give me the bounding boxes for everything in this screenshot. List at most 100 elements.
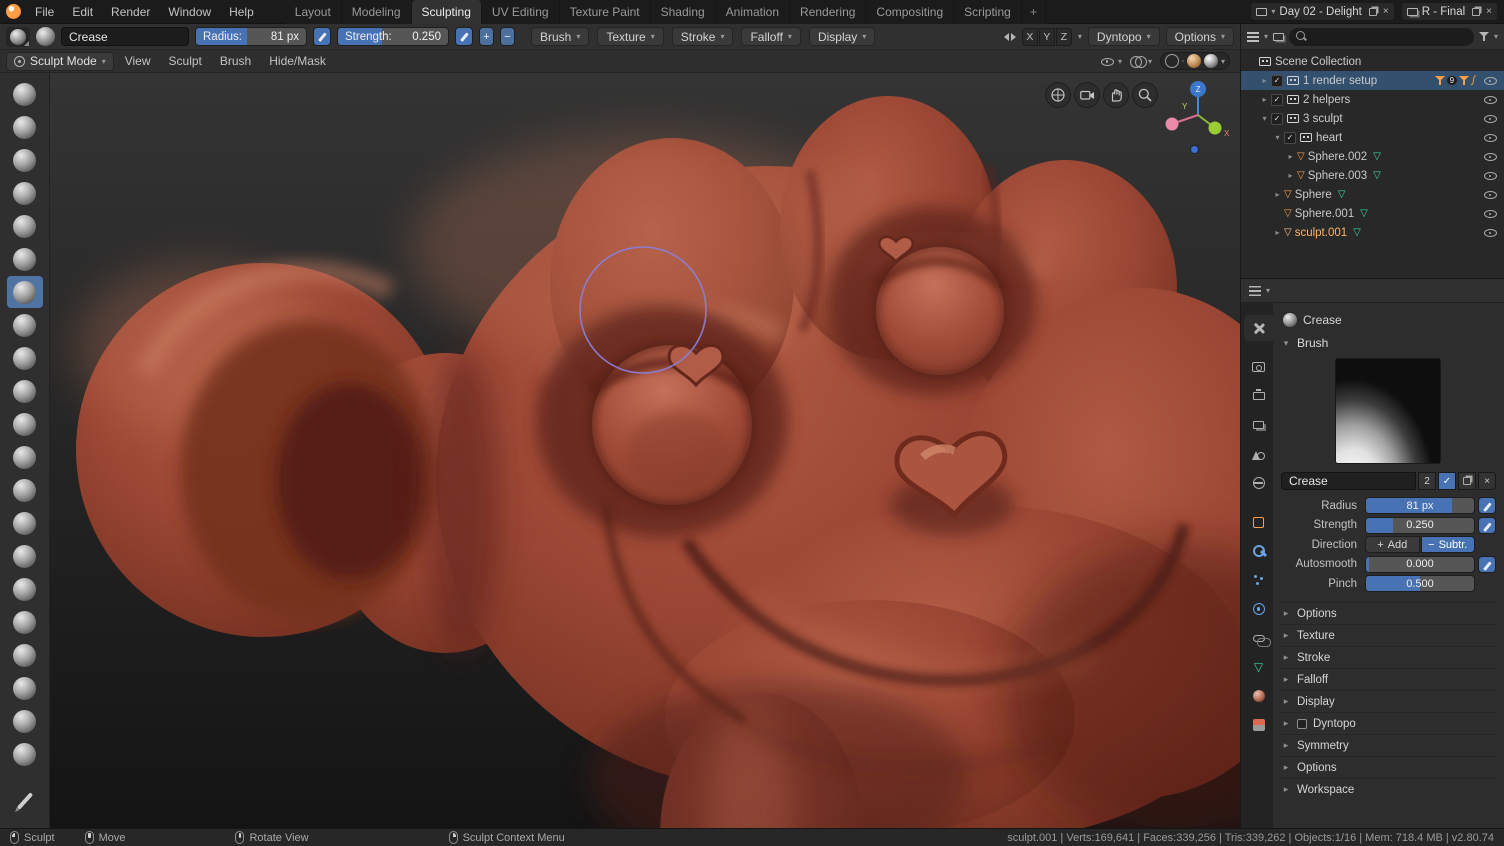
collapse-arrow-icon[interactable]: ▾ (1258, 114, 1271, 123)
pan-view-button[interactable] (1103, 82, 1129, 108)
collection-checkbox[interactable]: ✓ (1284, 131, 1296, 144)
tool-mask[interactable] (7, 738, 43, 770)
collection-checkbox[interactable]: ✓ (1271, 112, 1283, 125)
outliner-row-scene-collection[interactable]: Scene Collection (1241, 52, 1504, 71)
properties-tab-view-layer[interactable] (1244, 412, 1273, 438)
tool-nudge[interactable] (7, 639, 43, 671)
workspace-tab-texture-paint[interactable]: Texture Paint (559, 0, 651, 24)
outliner-row-sphere-003[interactable]: ▸ ▽ Sphere.003 ▽ (1241, 166, 1504, 185)
outliner-row-2-helpers[interactable]: ▸ ✓ 2 helpers (1241, 90, 1504, 109)
outliner-row-sphere-002[interactable]: ▸ ▽ Sphere.002 ▽ (1241, 147, 1504, 166)
tool-elastic-deform[interactable] (7, 507, 43, 539)
tool-clay-strips[interactable] (7, 144, 43, 176)
brush-name-field[interactable]: Crease (61, 27, 189, 46)
tool-pinch[interactable] (7, 441, 43, 473)
panel-options-0[interactable]: ▸ Options (1279, 602, 1496, 624)
add-workspace-button[interactable]: + (1021, 0, 1046, 24)
workspace-tab-shading[interactable]: Shading (650, 0, 716, 24)
display-mode-icon[interactable] (1273, 32, 1285, 41)
tool-blob[interactable] (7, 243, 43, 275)
workspace-tab-sculpting[interactable]: Sculpting (411, 0, 482, 24)
direction-add-button[interactable]: + Add (1365, 536, 1420, 553)
hide-eye-toggle[interactable] (1483, 208, 1498, 220)
workspace-tab-compositing[interactable]: Compositing (866, 0, 955, 24)
panel-symmetry-6[interactable]: ▸ Symmetry (1279, 734, 1496, 756)
hide-eye-toggle[interactable] (1483, 132, 1498, 144)
slider-autosmooth[interactable]: 0.000 (1365, 555, 1475, 573)
outliner-row-3-sculpt[interactable]: ▾ ✓ 3 sculpt (1241, 109, 1504, 128)
duplicate-brush-button[interactable] (1458, 472, 1476, 490)
fake-user-button[interactable]: ✓ (1438, 472, 1456, 490)
workspace-tab-rendering[interactable]: Rendering (790, 0, 867, 24)
brush-name-field[interactable]: Crease (1281, 472, 1416, 490)
new-scene-button[interactable] (1368, 7, 1377, 16)
tool-slide-relax[interactable] (7, 705, 43, 737)
unified-toggle-button[interactable] (1478, 516, 1496, 534)
axis-y-ball[interactable] (1208, 121, 1222, 135)
outliner-row-sculpt-001[interactable]: ▸ ▽ sculpt.001 ▽ (1241, 223, 1504, 242)
menu-edit[interactable]: Edit (63, 0, 102, 24)
hide-eye-toggle[interactable] (1483, 189, 1498, 201)
chevron-down-icon[interactable]: ▾ (1266, 286, 1270, 295)
delete-view-layer-button[interactable]: × (1484, 6, 1492, 17)
expand-arrow-icon[interactable]: ▸ (1271, 190, 1284, 199)
rendered-shading-button[interactable] (1203, 54, 1218, 68)
outliner-search[interactable] (1289, 27, 1474, 46)
view-layer-selector[interactable]: R - Final × (1400, 2, 1498, 21)
material-shading-button[interactable] (1186, 54, 1201, 68)
hide-eye-toggle[interactable] (1483, 151, 1498, 163)
expand-arrow-icon[interactable]: ▸ (1258, 76, 1271, 85)
expand-arrow-icon[interactable]: ▸ (1284, 152, 1297, 161)
workspace-tab-modeling[interactable]: Modeling (341, 0, 412, 24)
mirror-y-toggle[interactable]: Y (1038, 27, 1055, 46)
viewport-3d[interactable]: Z Y X (50, 73, 1240, 828)
navigation-gizmo[interactable]: Z Y X (1156, 73, 1240, 157)
brush-panel-header[interactable]: ▾ Brush (1279, 332, 1496, 354)
overlays-toggle[interactable]: ▾ (1100, 55, 1122, 67)
expand-arrow-icon[interactable]: ▸ (1258, 95, 1271, 104)
properties-editor-icon[interactable] (1249, 285, 1261, 296)
blender-logo-icon[interactable] (0, 0, 26, 24)
options-dropdown[interactable]: Options ▾ (1165, 27, 1234, 46)
workspace-tab-uv-editing[interactable]: UV Editing (481, 0, 560, 24)
properties-tab-object[interactable] (1244, 509, 1273, 535)
tool-flatten[interactable] (7, 342, 43, 374)
direction-subtract-toggle[interactable]: − (500, 27, 515, 46)
properties-tab-scene[interactable] (1244, 441, 1273, 467)
hide-eye-toggle[interactable] (1483, 227, 1498, 239)
viewport-menu-sculpt[interactable]: Sculpt (160, 54, 211, 68)
unlink-brush-button[interactable]: × (1478, 472, 1496, 490)
toolheader-menu-texture[interactable]: Texture ▾ (597, 27, 664, 46)
outliner-row-1-render-setup[interactable]: ▸ ✓ 1 render setup 9 ʃ (1241, 71, 1504, 90)
wireframe-shading-button[interactable] (1164, 54, 1179, 68)
tool-inflate[interactable] (7, 210, 43, 242)
strength-slider[interactable]: Strength: 0.250 (337, 27, 449, 46)
brush-preview[interactable] (1334, 358, 1441, 464)
viewport-menu-brush[interactable]: Brush (211, 54, 260, 68)
outliner-row-sphere[interactable]: ▸ ▽ Sphere ▽ (1241, 185, 1504, 204)
mirror-x-toggle[interactable]: X (1021, 27, 1038, 46)
expand-arrow-icon[interactable]: ▸ (1271, 228, 1284, 237)
camera-view-button[interactable] (1074, 82, 1100, 108)
gizmos-toggle[interactable]: ▾ (1129, 55, 1152, 68)
unified-toggle-button[interactable] (1478, 497, 1496, 514)
properties-tab-constraints[interactable] (1244, 625, 1273, 651)
zoom-view-button[interactable] (1132, 82, 1158, 108)
dyntopo-checkbox[interactable] (1297, 718, 1307, 729)
tool-thumb[interactable] (7, 573, 43, 605)
workspace-tab-scripting[interactable]: Scripting (954, 0, 1022, 24)
radius-slider[interactable]: Radius: 81 px (195, 27, 307, 46)
toolheader-menu-brush[interactable]: Brush ▾ (531, 27, 590, 46)
collection-checkbox[interactable]: ✓ (1271, 93, 1283, 106)
viewport-menu-hide-mask[interactable]: Hide/Mask (260, 54, 335, 68)
menu-file[interactable]: File (26, 0, 63, 24)
users-count-button[interactable]: 2 (1418, 472, 1436, 490)
slider-strength[interactable]: 0.250 (1365, 516, 1475, 534)
tool-fill[interactable] (7, 375, 43, 407)
axis-x-neg-ball[interactable] (1165, 117, 1179, 131)
grid-view-button[interactable] (1045, 82, 1071, 108)
collection-checkbox[interactable]: ✓ (1271, 74, 1283, 87)
tool-clay[interactable] (7, 111, 43, 143)
new-view-layer-button[interactable] (1472, 7, 1481, 16)
tool-crease[interactable] (6, 276, 43, 308)
